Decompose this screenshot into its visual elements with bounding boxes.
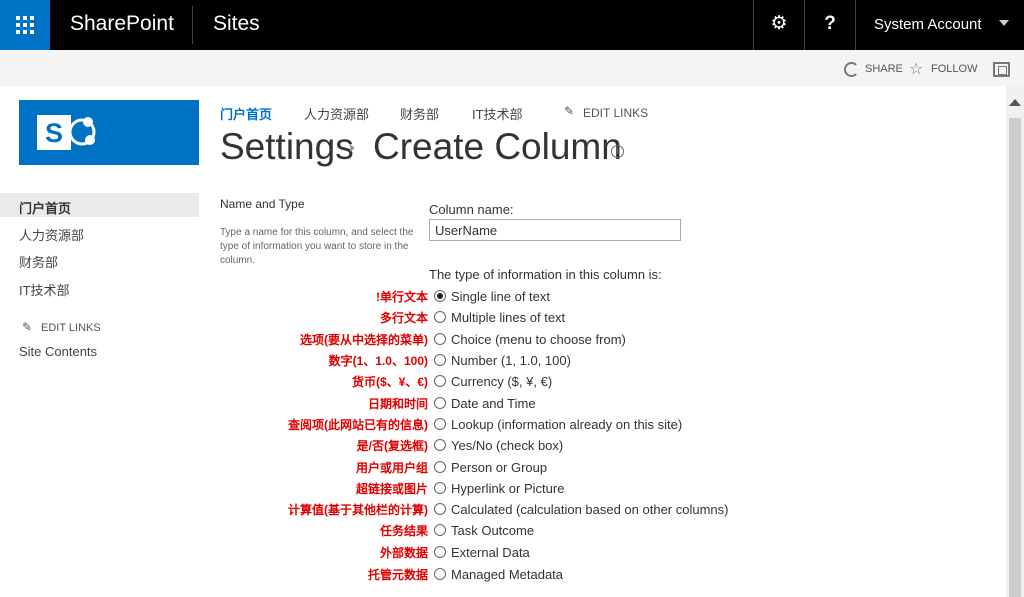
radio-number[interactable]: [434, 354, 446, 366]
info-icon[interactable]: i: [611, 145, 624, 158]
option-label[interactable]: Currency ($, ¥, €): [451, 374, 552, 389]
star-icon: ☆: [909, 61, 924, 78]
option-annotation: !单行文本: [376, 290, 428, 304]
option-annotation: 任务结果: [379, 524, 428, 538]
scroll-thumb[interactable]: [1009, 118, 1021, 597]
scroll-up-icon[interactable]: [1009, 99, 1021, 106]
option-label[interactable]: Calculated (calculation based on other c…: [451, 502, 729, 517]
option-label[interactable]: Single line of text: [451, 289, 550, 304]
settings-button[interactable]: ⚙: [753, 0, 804, 50]
suite-top-bar: SharePoint Sites ⚙ ? System Account: [0, 0, 1024, 50]
pencil-icon: ✎: [564, 104, 575, 118]
topnav-item-home[interactable]: 门户首页: [220, 104, 272, 123]
option-annotation: 计算值(基于其他栏的计算): [288, 503, 428, 517]
topnav-item-it[interactable]: IT技术部: [472, 104, 523, 123]
option-label[interactable]: External Data: [451, 545, 530, 560]
focus-content-icon[interactable]: [993, 62, 1010, 77]
page-title: Create Column: [373, 126, 622, 167]
account-menu[interactable]: System Account: [855, 0, 1024, 50]
option-label[interactable]: Managed Metadata: [451, 567, 563, 582]
svg-text:S: S: [45, 118, 63, 148]
option-label[interactable]: Task Outcome: [451, 523, 534, 538]
share-button[interactable]: SHARE: [865, 63, 903, 75]
radio-managed-metadata[interactable]: [434, 568, 446, 580]
column-name-input[interactable]: [429, 219, 681, 241]
radio-hyperlink[interactable]: [434, 482, 446, 494]
topnav-edit-links[interactable]: EDIT LINKS: [583, 106, 648, 120]
radio-person-group[interactable]: [434, 461, 446, 473]
radio-date-time[interactable]: [434, 397, 446, 409]
option-annotation: 超链接或图片: [355, 482, 428, 496]
option-annotation: 日期和时间: [367, 397, 428, 411]
option-annotation: 托管元数据: [367, 568, 428, 582]
type-label: The type of information in this column i…: [429, 267, 662, 282]
option-label[interactable]: Person or Group: [451, 460, 547, 475]
help-icon: ?: [824, 13, 836, 34]
chevron-down-icon: [999, 20, 1009, 26]
option-annotation: 选项(要从中选择的菜单): [300, 333, 428, 347]
leftnav-item-it[interactable]: IT技术部: [19, 280, 70, 299]
leftnav-item-home[interactable]: 门户首页: [19, 198, 71, 217]
site-logo[interactable]: S: [19, 100, 199, 165]
radio-external-data[interactable]: [434, 546, 446, 558]
leftnav-item-finance[interactable]: 财务部: [19, 252, 58, 271]
follow-button[interactable]: FOLLOW: [931, 63, 977, 75]
option-label[interactable]: Choice (menu to choose from): [451, 332, 626, 347]
gear-icon: ⚙: [770, 13, 788, 34]
waffle-icon: [16, 16, 34, 34]
radio-currency[interactable]: [434, 375, 446, 387]
radio-lookup[interactable]: [434, 418, 446, 430]
option-annotation: 数字(1、1.0、100): [328, 354, 428, 368]
topnav-item-hr[interactable]: 人力资源部: [304, 104, 369, 123]
site-contents-link[interactable]: Site Contents: [19, 344, 97, 359]
section-description: Type a name for this column, and select …: [220, 227, 414, 266]
column-name-label: Column name:: [429, 202, 514, 217]
breadcrumb-settings[interactable]: Settings: [220, 126, 354, 168]
option-annotation: 用户或用户组: [355, 461, 428, 475]
pencil-icon: ✎: [22, 320, 33, 334]
option-annotation: 是/否(复选框): [356, 439, 428, 453]
leftnav-edit-links[interactable]: EDIT LINKS: [41, 322, 101, 334]
topnav-item-finance[interactable]: 财务部: [400, 104, 439, 123]
help-button[interactable]: ?: [804, 0, 855, 50]
sites-link[interactable]: Sites: [213, 12, 260, 36]
option-annotation: 多行文本: [379, 311, 428, 325]
radio-multiple-lines[interactable]: [434, 311, 446, 323]
option-label[interactable]: Multiple lines of text: [451, 310, 565, 325]
breadcrumb-arrow-icon: [350, 144, 355, 152]
app-launcher-button[interactable]: [0, 0, 50, 50]
radio-single-line[interactable]: [434, 290, 446, 302]
option-label[interactable]: Lookup (information already on this site…: [451, 417, 682, 432]
option-label[interactable]: Yes/No (check box): [451, 438, 563, 453]
radio-choice[interactable]: [434, 333, 446, 345]
vertical-scrollbar[interactable]: [1006, 86, 1024, 597]
sharepoint-logo-icon: S: [37, 115, 96, 150]
option-label[interactable]: Number (1, 1.0, 100): [451, 353, 571, 368]
radio-calculated[interactable]: [434, 503, 446, 515]
brand-link[interactable]: SharePoint: [70, 12, 174, 36]
section-title: Name and Type: [220, 197, 305, 211]
account-name: System Account: [874, 16, 982, 33]
option-annotation: 货币($、¥、€): [351, 375, 428, 389]
option-annotation: 外部数据: [379, 546, 428, 560]
divider: [192, 6, 193, 44]
option-annotation: 查阅项(此网站已有的信息): [288, 418, 428, 432]
option-label[interactable]: Hyperlink or Picture: [451, 481, 564, 496]
option-label[interactable]: Date and Time: [451, 396, 536, 411]
leftnav-item-hr[interactable]: 人力资源部: [19, 225, 84, 244]
radio-yes-no[interactable]: [434, 439, 446, 451]
share-icon: [844, 62, 859, 77]
radio-task-outcome[interactable]: [434, 524, 446, 536]
